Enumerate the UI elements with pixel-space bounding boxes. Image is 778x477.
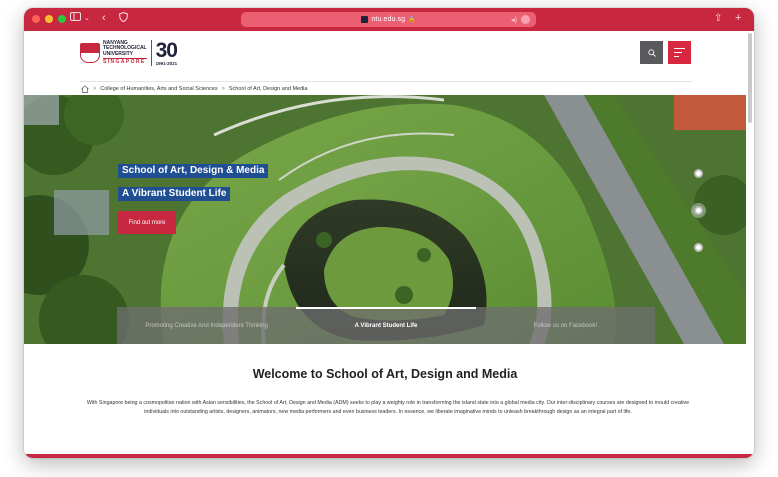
- anniversary-number: 30: [155, 38, 178, 62]
- shield-icon[interactable]: [118, 11, 129, 27]
- slide-dot-3[interactable]: [694, 243, 703, 252]
- breadcrumb-item-school[interactable]: School of Art, Design and Media: [229, 86, 308, 92]
- address-bar[interactable]: ntu.edu.sg 🔒 ◂): [241, 12, 536, 27]
- home-icon[interactable]: [81, 84, 89, 93]
- back-icon[interactable]: ‹: [102, 11, 106, 25]
- logo-line-3: UNIVERSITY: [103, 50, 134, 57]
- url-text: ntu.edu.sg: [371, 16, 406, 23]
- slide-tab-creative-thinking[interactable]: Promoting Creative And Independent Think…: [117, 307, 296, 344]
- hero-subtitle: A Vibrant Student Life: [118, 187, 231, 201]
- breadcrumb-separator: >: [221, 85, 225, 92]
- ntu-logo[interactable]: NANYANG TECHNOLOGICAL UNIVERSITY SINGAPO…: [80, 38, 178, 66]
- menu-icon: [674, 47, 685, 49]
- bottom-accent-strip: [24, 454, 754, 458]
- logo-line-4: SINGAPORE: [103, 58, 147, 65]
- zoom-window-button[interactable]: [58, 15, 66, 23]
- page-scrollbar[interactable]: [748, 33, 752, 123]
- sidebar-icon[interactable]: [70, 12, 81, 26]
- site-favicon: [361, 16, 369, 23]
- hero-title: School of Art, Design & Media: [118, 164, 269, 178]
- speaker-icon[interactable]: ◂): [511, 16, 517, 24]
- extension-icon[interactable]: [521, 15, 530, 24]
- crest-icon: [80, 43, 100, 63]
- welcome-body: With Singapore being a cosmopolitan nati…: [86, 400, 690, 415]
- close-window-button[interactable]: [32, 15, 40, 23]
- minimize-window-button[interactable]: [45, 15, 53, 23]
- breadcrumb-separator: >: [93, 85, 97, 92]
- slide-tabs: Promoting Creative And Independent Think…: [117, 307, 655, 344]
- search-icon: [647, 48, 656, 57]
- lock-icon: 🔒: [408, 17, 416, 23]
- logo-divider: [150, 40, 152, 66]
- chevron-down-icon[interactable]: ⌄: [84, 12, 90, 26]
- slide-tab-student-life[interactable]: A Vibrant Student Life: [296, 307, 476, 344]
- window-controls: [32, 15, 66, 23]
- hero-banner: School of Art, Design & Media A Vibrant …: [24, 95, 746, 344]
- university-name: NANYANG TECHNOLOGICAL UNIVERSITY SINGAPO…: [103, 40, 147, 66]
- slide-dot-1[interactable]: [694, 169, 703, 178]
- anniversary-years: 1991-2021: [155, 60, 178, 66]
- breadcrumb: > College of Humanities, Arts and Social…: [81, 82, 307, 95]
- anniversary-mark: 30 1991-2021: [155, 38, 178, 66]
- new-tab-icon[interactable]: +: [735, 11, 741, 25]
- menu-button[interactable]: [668, 41, 691, 64]
- find-out-more-button[interactable]: Find out more: [118, 211, 176, 234]
- share-icon[interactable]: ⇧: [714, 12, 722, 26]
- slide-dot-2[interactable]: [694, 206, 703, 215]
- slide-tab-facebook[interactable]: Follow us on Facebook!: [476, 307, 655, 344]
- search-button[interactable]: [640, 41, 663, 64]
- welcome-title: Welcome to School of Art, Design and Med…: [252, 367, 518, 381]
- breadcrumb-item-college[interactable]: College of Humanities, Arts and Social S…: [100, 86, 217, 92]
- site-header: NANYANG TECHNOLOGICAL UNIVERSITY SINGAPO…: [24, 31, 744, 82]
- browser-toolbar: ⌄ ‹ ntu.edu.sg 🔒 ◂) ⇧ +: [24, 8, 754, 31]
- browser-window: ⌄ ‹ ntu.edu.sg 🔒 ◂) ⇧ + NANYANG TECHNOLO…: [24, 8, 754, 458]
